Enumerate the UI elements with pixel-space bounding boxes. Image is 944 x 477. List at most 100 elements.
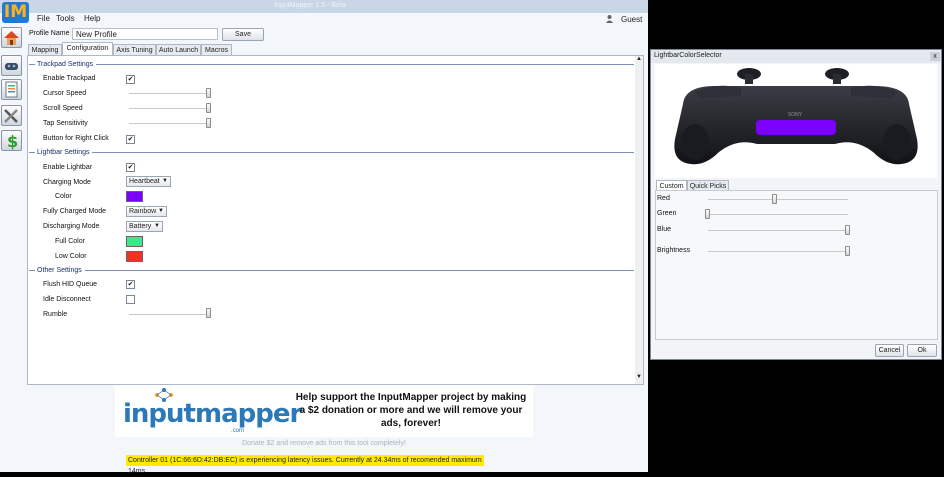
divider: [29, 152, 35, 153]
ok-button[interactable]: Ok: [907, 344, 937, 357]
user-icon: [606, 15, 613, 23]
low-color-label: Low Color: [55, 253, 87, 260]
home-button[interactable]: [1, 27, 22, 48]
scroll-up-icon[interactable]: ▲: [636, 56, 642, 62]
tab-macros[interactable]: Macros: [201, 44, 232, 55]
right-click-checkbox[interactable]: ✔: [126, 135, 135, 144]
fully-charged-mode-value: Rainbow: [129, 208, 157, 215]
dialog-title: LightbarColorSelector: [654, 52, 722, 59]
green-track: [708, 214, 848, 215]
profile-name-label: Profile Name: [29, 30, 70, 37]
tab-configuration[interactable]: Configuration: [62, 42, 113, 56]
save-button[interactable]: Save: [222, 28, 264, 41]
divider: [29, 64, 35, 65]
scroll-speed-slider[interactable]: [206, 103, 211, 113]
ad-message: Help support the InputMapper project by …: [295, 392, 527, 429]
right-click-label: Button for Right Click: [43, 135, 109, 142]
charging-mode-select[interactable]: Heartbeat ▼: [126, 176, 171, 187]
scroll-speed-label: Scroll Speed: [43, 105, 83, 112]
brightness-track: [708, 251, 848, 252]
chevron-down-icon: ▼: [162, 178, 168, 184]
divider: [29, 270, 35, 271]
flush-hid-label: Flush HID Queue: [43, 281, 98, 288]
cursor-speed-slider[interactable]: [206, 88, 211, 98]
blue-label: Blue: [657, 226, 672, 233]
tap-sensitivity-track: [129, 123, 211, 124]
red-track: [708, 199, 848, 200]
charging-mode-label: Charging Mode: [43, 179, 91, 186]
title-bar: InputMapper 1.5 - Beta: [0, 0, 648, 13]
fully-charged-mode-label: Fully Charged Mode: [43, 208, 107, 215]
scroll-down-icon[interactable]: ▼: [636, 374, 642, 380]
enable-trackpad-checkbox[interactable]: ✔: [126, 75, 135, 84]
main-window: InputMapper 1.5 - Beta IM File Tools Hel…: [0, 0, 648, 475]
tap-sensitivity-label: Tap Sensitivity: [43, 120, 88, 127]
profiles-button[interactable]: [1, 79, 22, 100]
status-message: Controller 01 (1C:66:6D:42:DB:EC) is exp…: [126, 455, 484, 475]
menu-file[interactable]: File: [37, 14, 50, 23]
idle-disconnect-checkbox[interactable]: [126, 295, 135, 304]
ad-logo-text: inputmapper: [123, 399, 302, 429]
chevron-down-icon: ▼: [154, 223, 160, 229]
blue-slider[interactable]: [845, 225, 850, 235]
close-button[interactable]: x: [930, 52, 940, 61]
red-label: Red: [657, 195, 670, 202]
document-list-icon: [5, 81, 18, 98]
profile-name-input[interactable]: New Profile: [72, 28, 218, 40]
rumble-label: Rumble: [43, 311, 68, 318]
menu-help[interactable]: Help: [84, 14, 100, 23]
scroll-speed-track: [129, 108, 211, 109]
controller-image: SONY: [674, 68, 918, 165]
low-color-swatch[interactable]: [126, 251, 143, 262]
fully-charged-mode-select[interactable]: Rainbow ▼: [126, 206, 167, 217]
tap-sensitivity-slider[interactable]: [206, 118, 211, 128]
cancel-button[interactable]: Cancel: [875, 344, 904, 357]
menu-tools[interactable]: Tools: [56, 14, 75, 23]
blue-track: [708, 230, 848, 231]
home-icon: [4, 31, 19, 45]
trackpad-section-title: Trackpad Settings: [37, 61, 94, 68]
discharging-mode-select[interactable]: Battery ▼: [126, 221, 163, 232]
discharging-mode-value: Battery: [129, 223, 152, 230]
app-logo: IM: [2, 2, 29, 23]
donate-note[interactable]: Donate $2 and remove ads from this tool …: [115, 440, 533, 447]
rumble-slider[interactable]: [206, 308, 211, 318]
divider: [96, 64, 634, 65]
charging-mode-value: Heartbeat: [129, 178, 160, 185]
panel-scrollbar[interactable]: ▲ ▼: [635, 56, 643, 384]
chevron-down-icon: ▼: [158, 208, 164, 214]
lightbar-preview: [756, 120, 836, 135]
tab-auto-launch[interactable]: Auto Launch: [156, 44, 201, 55]
ad-banner[interactable]: inputmapper .com Help support the InputM…: [115, 385, 533, 437]
dialog-title-bar: LightbarColorSelector x: [651, 50, 941, 63]
controller-preview: SONY: [655, 64, 937, 178]
donate-button[interactable]: $: [1, 130, 22, 151]
svg-text:$: $: [7, 132, 18, 150]
tab-axis-tuning[interactable]: Axis Tuning: [113, 44, 156, 55]
color-swatch[interactable]: [126, 191, 143, 202]
color-label: Color: [55, 193, 72, 200]
full-color-swatch[interactable]: [126, 236, 143, 247]
tools-button[interactable]: [1, 105, 22, 126]
user-name[interactable]: Guest: [621, 15, 642, 24]
controller-brand: SONY: [788, 112, 803, 118]
green-slider[interactable]: [705, 209, 710, 219]
discharging-mode-label: Discharging Mode: [43, 223, 100, 230]
red-slider[interactable]: [772, 194, 778, 204]
enable-lightbar-checkbox[interactable]: ✔: [126, 163, 135, 172]
other-section-title: Other Settings: [37, 267, 82, 274]
controllers-button[interactable]: [1, 55, 22, 76]
cursor-speed-label: Cursor Speed: [43, 90, 87, 97]
configuration-panel: [27, 55, 644, 385]
flush-hid-checkbox[interactable]: ✔: [126, 280, 135, 289]
enable-lightbar-label: Enable Lightbar: [43, 164, 93, 171]
tab-mapping[interactable]: Mapping: [28, 44, 62, 55]
idle-disconnect-label: Idle Disconnect: [43, 296, 91, 303]
brightness-label: Brightness: [657, 247, 691, 254]
brightness-slider[interactable]: [845, 246, 850, 256]
green-label: Green: [657, 210, 677, 217]
window-title: InputMapper 1.5 - Beta: [274, 2, 346, 9]
enable-trackpad-label: Enable Trackpad: [43, 75, 96, 82]
custom-color-panel: [655, 190, 938, 340]
menu-bar: File Tools Help: [30, 13, 648, 25]
